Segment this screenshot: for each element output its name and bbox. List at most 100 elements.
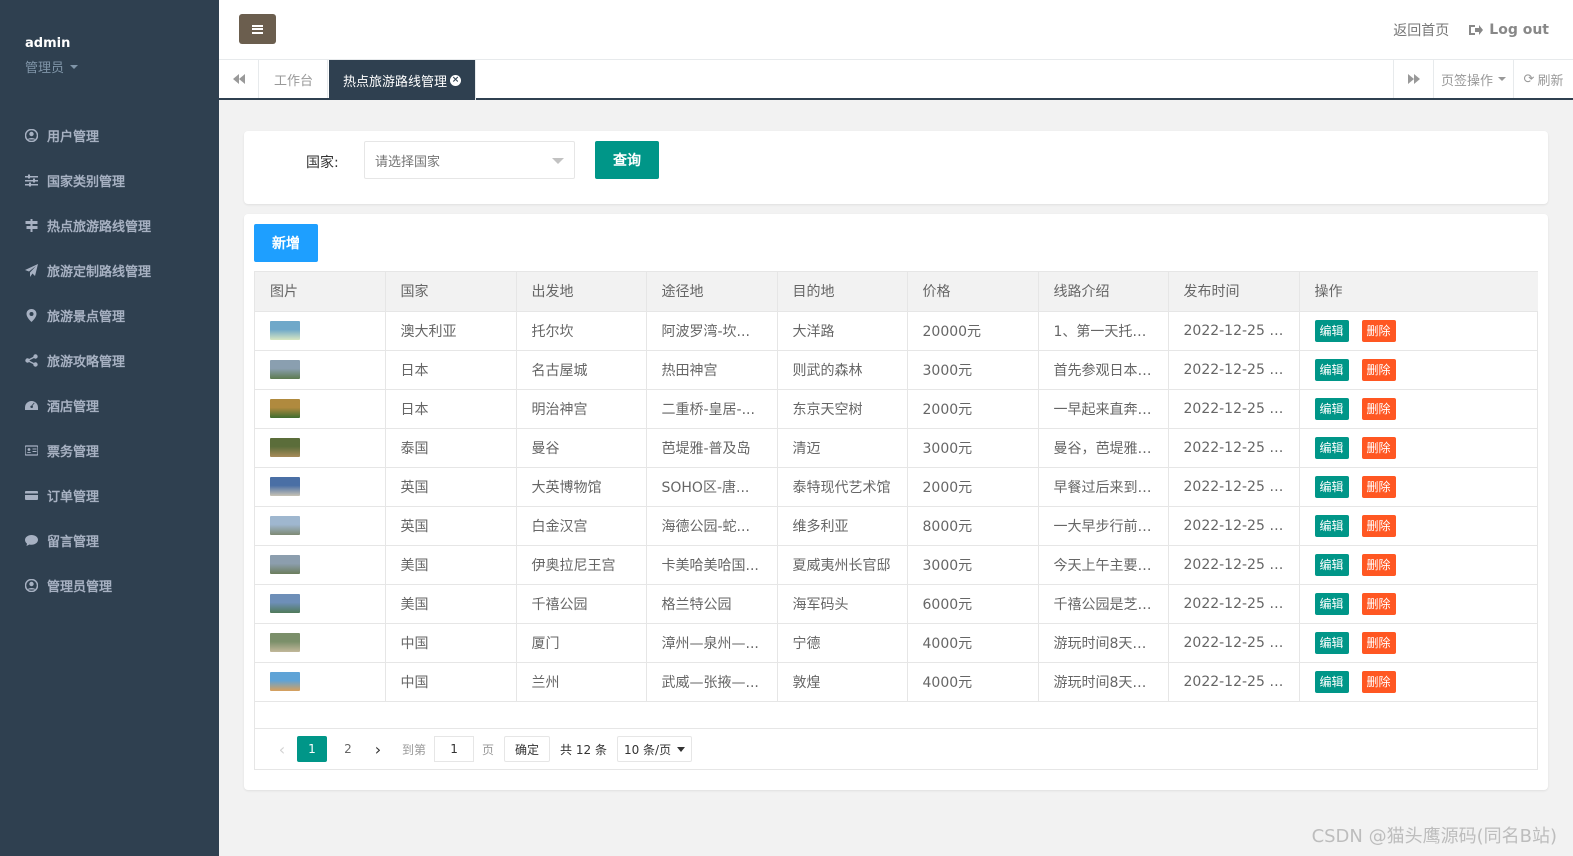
table-row: 澳大利亚 托尔坎 阿波罗湾-坎... 大洋路 20000元 1、第一天托尔坎 -2022-… [255, 311, 1538, 351]
menu-toggle-button[interactable] [239, 14, 276, 44]
cell-price: 2000元 [907, 389, 1039, 429]
cell-via: 格兰特公园 [646, 584, 778, 624]
query-button[interactable]: 查询 [595, 141, 659, 179]
delete-button[interactable]: 删除 [1361, 358, 1396, 381]
edit-button[interactable]: 编辑 [1314, 397, 1349, 420]
table-row: 日本 名古屋城 热田神宫 则武的森林 3000元 首先参观日本三大名 2022-12-25 … [255, 350, 1538, 390]
page-suffix-label: 页 [482, 742, 495, 757]
delete-button[interactable]: 删除 [1361, 319, 1396, 342]
cell-to: 则武的森林 [777, 350, 908, 390]
cell-via: 海德公园-蛇... [646, 506, 778, 546]
cell-actions: 编辑 删除 [1299, 389, 1538, 429]
sidebar-item-11[interactable]: 管理员管理 [0, 563, 219, 608]
cell-intro: 千禧公园是芝加哥 [1038, 584, 1169, 624]
close-icon[interactable]: × [450, 74, 462, 86]
cell-from: 托尔坎 [516, 311, 647, 351]
column-header: 发布时间 [1168, 272, 1300, 312]
sidebar-item-2[interactable]: 国家类别管理 [0, 158, 219, 203]
tab-hot-routes[interactable]: 热点旅游路线管理 × [329, 60, 477, 100]
cell-intro: 一早起来直奔明治神 [1038, 389, 1169, 429]
cell-country: 美国 [385, 584, 517, 624]
sidebar-item-label: 旅游定制路线管理 [47, 265, 152, 280]
cell-to: 大洋路 [777, 311, 908, 351]
page-size-select[interactable]: 10 条/页 [616, 736, 693, 762]
sidebar-item-3[interactable]: 热点旅游路线管理 [0, 203, 219, 248]
user-role-dropdown[interactable]: 管理员 [25, 57, 79, 76]
sidebar-item-9[interactable]: 订单管理 [0, 473, 219, 518]
sliders-icon [25, 174, 38, 187]
cell-time: 2022-12-25 1... [1168, 428, 1300, 468]
route-thumbnail [270, 399, 300, 418]
country-select[interactable]: 请选择国家 [364, 141, 575, 179]
cell-from: 伊奥拉尼王宫 [516, 545, 647, 585]
edit-button[interactable]: 编辑 [1314, 358, 1349, 381]
page-ops-dropdown[interactable]: 页签操作 [1433, 60, 1513, 98]
refresh-button[interactable]: ⟳ 刷新 [1513, 60, 1573, 98]
delete-button[interactable]: 删除 [1361, 631, 1396, 654]
cell-country: 日本 [385, 389, 517, 429]
edit-button[interactable]: 编辑 [1314, 592, 1349, 615]
tabs-scroll-left-button[interactable] [219, 60, 259, 98]
sidebar-item-4[interactable]: 旅游定制路线管理 [0, 248, 219, 293]
cell-actions: 编辑 删除 [1299, 623, 1538, 663]
route-thumbnail [270, 555, 300, 574]
route-thumbnail [270, 438, 300, 457]
sidebar-item-5[interactable]: 旅游景点管理 [0, 293, 219, 338]
edit-button[interactable]: 编辑 [1314, 514, 1349, 537]
sidebar-item-1[interactable]: 用户管理 [0, 113, 219, 158]
delete-button[interactable]: 删除 [1361, 670, 1396, 693]
prev-page-icon[interactable]: ‹ [270, 737, 294, 761]
sidebar-item-8[interactable]: 票务管理 [0, 428, 219, 473]
sign-out-icon [1469, 25, 1484, 35]
caret-down-icon [1498, 77, 1506, 81]
add-button[interactable]: 新增 [254, 224, 318, 262]
edit-button[interactable]: 编辑 [1314, 553, 1349, 576]
tabs-scroll-right-button[interactable] [1393, 60, 1433, 98]
sidebar-item-label: 热点旅游路线管理 [47, 220, 152, 235]
edit-button[interactable]: 编辑 [1314, 475, 1349, 498]
edit-button[interactable]: 编辑 [1314, 670, 1349, 693]
table-header-row: 图片 国家 出发地 途径地 目的地 价格 线路介绍 发布时间 操作 [255, 272, 1538, 312]
delete-button[interactable]: 删除 [1361, 553, 1396, 576]
cell-actions: 编辑 删除 [1299, 506, 1538, 546]
cell-time: 2022-12-25 1... [1168, 623, 1300, 663]
cell-price: 6000元 [907, 584, 1039, 624]
goto-confirm-button[interactable]: 确定 [504, 736, 551, 762]
table-row: 中国 兰州 武威—张掖—... 敦煌 4000元 游玩时间8天，人均 2022-12-25 … [255, 662, 1538, 702]
column-header: 图片 [255, 272, 386, 312]
delete-button[interactable]: 删除 [1361, 436, 1396, 459]
delete-button[interactable]: 删除 [1361, 475, 1396, 498]
sidebar-item-6[interactable]: 旅游攻略管理 [0, 338, 219, 383]
logout-link[interactable]: Log out [1469, 22, 1549, 38]
cell-country: 泰国 [385, 428, 517, 468]
tab-workbench[interactable]: 工作台 [260, 60, 329, 98]
cell-time: 2022-12-25 1... [1168, 389, 1300, 429]
edit-button[interactable]: 编辑 [1314, 436, 1349, 459]
page-ops-label: 页签操作 [1440, 73, 1493, 89]
cell-from: 曼谷 [516, 428, 647, 468]
admin-icon [25, 579, 38, 592]
page-number-2[interactable]: 2 [333, 736, 363, 762]
route-icon [25, 219, 38, 232]
cell-actions: 编辑 删除 [1299, 545, 1538, 585]
sidebar-item-10[interactable]: 留言管理 [0, 518, 219, 563]
edit-button[interactable]: 编辑 [1314, 631, 1349, 654]
user-role-label: 管理员 [25, 61, 65, 76]
cell-image [255, 584, 386, 624]
sidebar-item-label: 管理员管理 [47, 580, 113, 595]
goto-page-input[interactable]: 1 [434, 736, 475, 762]
home-link[interactable]: 返回首页 [1393, 20, 1449, 40]
pagination: ‹ 1 2 › 到第 1 页 确定 共 12 条 10 条/页 [255, 728, 1537, 769]
edit-button[interactable]: 编辑 [1314, 319, 1349, 342]
cell-price: 2000元 [907, 467, 1039, 507]
delete-button[interactable]: 删除 [1361, 397, 1396, 420]
delete-button[interactable]: 删除 [1361, 514, 1396, 537]
column-header: 国家 [385, 272, 517, 312]
cell-price: 4000元 [907, 623, 1039, 663]
sidebar-item-7[interactable]: 酒店管理 [0, 383, 219, 428]
cell-from: 明治神宫 [516, 389, 647, 429]
dashboard-icon [25, 401, 38, 410]
next-page-icon[interactable]: › [366, 737, 390, 761]
page-number-1[interactable]: 1 [297, 736, 327, 762]
delete-button[interactable]: 删除 [1361, 592, 1396, 615]
